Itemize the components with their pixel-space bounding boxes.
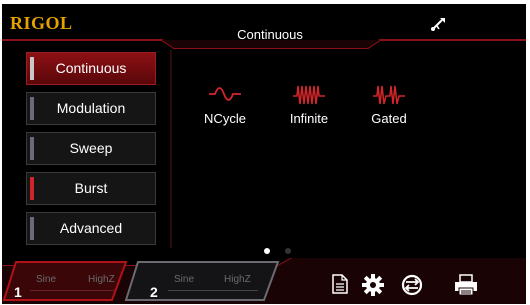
option-label: Gated [371,111,407,126]
menu-indicator [30,177,34,200]
menu-indicator [30,57,34,80]
gated-burst-icon [373,85,405,105]
burst-ncycle-option[interactable]: NCycle [190,82,260,126]
page-dot[interactable] [285,248,291,254]
menu-label: Sweep [69,140,113,156]
panel-divider [170,50,172,248]
gear-icon[interactable] [362,274,384,296]
file-icon[interactable] [332,274,348,294]
menu-label: Continuous [55,60,127,76]
header: RIGOL Continuous [2,4,526,49]
menu-indicator [30,137,34,160]
menu-modulation-button[interactable]: Modulation [26,92,156,125]
rigol-logo: RIGOL [10,13,73,33]
usb-icon[interactable] [430,16,448,32]
menu-label: Advanced [59,220,123,236]
ncycle-wave-icon [209,87,241,101]
burst-gated-option[interactable]: Gated [354,82,424,126]
menu-indicator [30,97,34,120]
menu-advanced-button[interactable]: Advanced [26,212,156,245]
option-label: NCycle [204,111,246,126]
burst-infinite-option[interactable]: Infinite [274,82,344,126]
channel-1-tab[interactable] [8,262,122,302]
menu-burst-button[interactable]: Burst [26,172,156,205]
print-icon[interactable] [454,274,478,296]
menu-indicator [30,217,34,240]
option-label: Infinite [289,111,329,126]
menu-sweep-button[interactable]: Sweep [26,132,156,165]
generator-screen: RIGOL Continuous Continuous Modulation S… [2,4,526,304]
sync-icon[interactable] [400,274,424,296]
mode-title: Continuous [237,27,303,42]
menu-continuous-button[interactable]: Continuous [26,52,156,85]
page-dot-active[interactable] [264,248,270,254]
channel-2-tab[interactable] [130,262,276,302]
infinite-burst-icon [293,85,325,105]
menu-label: Burst [74,180,108,196]
menu-label: Modulation [56,100,126,116]
